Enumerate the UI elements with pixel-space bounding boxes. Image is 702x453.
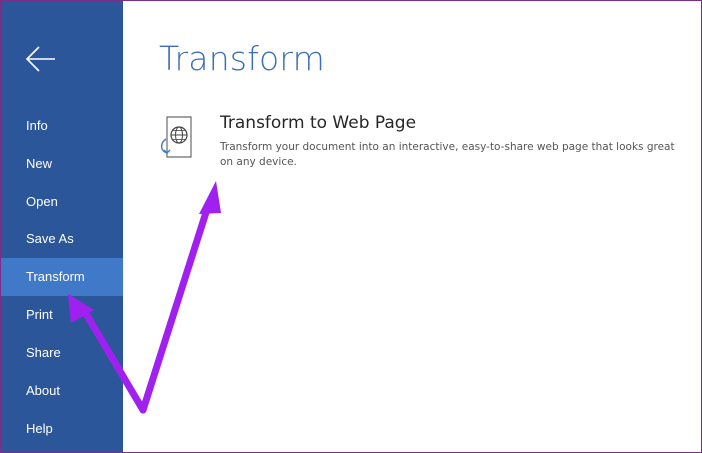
sidebar-item-about[interactable]: About (1, 372, 123, 410)
sidebar-item-print[interactable]: Print (1, 296, 123, 334)
sidebar-item-save-as[interactable]: Save As (1, 220, 123, 258)
sidebar-item-info[interactable]: Info (1, 107, 123, 145)
transform-to-web-page-option[interactable]: Transform to Web Page Transform your doc… (153, 109, 675, 169)
sidebar-item-share[interactable]: Share (1, 334, 123, 372)
web-page-globe-icon (159, 115, 197, 161)
option-description: Transform your document into an interact… (220, 141, 675, 168)
main-content: Transform Transform to Web Page Transfor… (123, 1, 701, 452)
sidebar-item-help[interactable]: Help (1, 410, 123, 448)
sidebar-item-new[interactable]: New (1, 145, 123, 183)
back-arrow-icon[interactable] (23, 41, 59, 77)
sidebar-item-transform[interactable]: Transform (1, 258, 123, 296)
option-title: Transform to Web Page (220, 113, 417, 133)
page-title: Transform (159, 39, 325, 78)
backstage-sidebar: Info New Open Save As Transform Print Sh… (1, 1, 123, 452)
sidebar-item-open[interactable]: Open (1, 183, 123, 221)
